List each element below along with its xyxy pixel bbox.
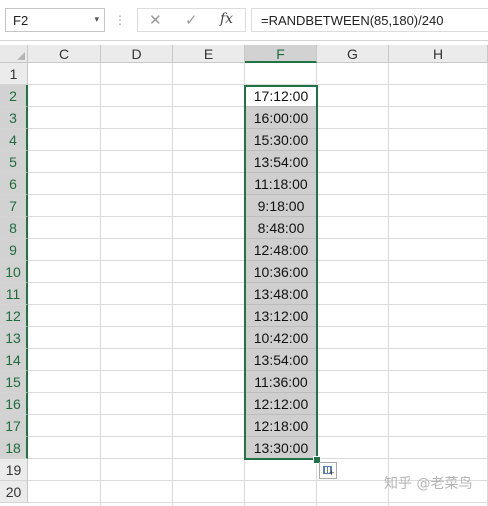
row-header-4[interactable]: 4 <box>0 129 28 151</box>
row-header-16[interactable]: 16 <box>0 393 28 415</box>
name-box-value: F2 <box>13 13 29 28</box>
gridline-vertical <box>172 63 173 506</box>
row-header-17[interactable]: 17 <box>0 415 28 437</box>
column-header-h[interactable]: H <box>389 45 488 63</box>
row-header-5[interactable]: 5 <box>0 151 28 173</box>
cell-f18[interactable]: 13:30:00 <box>245 437 317 459</box>
cell-f16[interactable]: 12:12:00 <box>245 393 317 415</box>
chevron-down-icon[interactable]: ▾ <box>94 14 99 25</box>
enter-icon[interactable]: ✓ <box>185 11 198 29</box>
row-header-3[interactable]: 3 <box>0 107 28 129</box>
cell-f4[interactable]: 15:30:00 <box>245 129 317 151</box>
column-header-f[interactable]: F <box>245 45 317 63</box>
select-all-corner[interactable] <box>0 45 28 63</box>
insert-function-icon[interactable]: fx <box>220 11 233 27</box>
cancel-icon[interactable]: ✕ <box>149 11 162 29</box>
row-header-9[interactable]: 9 <box>0 239 28 261</box>
row-header-11[interactable]: 11 <box>0 283 28 305</box>
gridline-horizontal <box>28 502 488 503</box>
row-header-6[interactable]: 6 <box>0 173 28 195</box>
column-header-e[interactable]: E <box>173 45 245 63</box>
row-header-13[interactable]: 13 <box>0 327 28 349</box>
row-header-19[interactable]: 19 <box>0 459 28 481</box>
auto-fill-plus-glyph: + <box>329 468 335 478</box>
formula-buttons: ✕ ✓ fx <box>137 8 246 32</box>
gridline-vertical <box>100 63 101 506</box>
row-header-18[interactable]: 18 <box>0 437 28 459</box>
cell-f14[interactable]: 13:54:00 <box>245 349 317 371</box>
row-header-8[interactable]: 8 <box>0 217 28 239</box>
cell-f2[interactable]: 17:12:00 <box>245 85 317 107</box>
formula-text: =RANDBETWEEN(85,180)/240 <box>261 13 444 28</box>
row-header-1[interactable]: 1 <box>0 63 28 85</box>
row-header-12[interactable]: 12 <box>0 305 28 327</box>
row-header-7[interactable]: 7 <box>0 195 28 217</box>
formula-bar: F2 ▾ ⋮ ✕ ✓ fx =RANDBETWEEN(85,180)/240 <box>0 0 488 41</box>
cell-f10[interactable]: 10:36:00 <box>245 261 317 283</box>
formula-input[interactable]: =RANDBETWEEN(85,180)/240 <box>251 8 488 32</box>
watermark: 知乎 @老菜鸟 <box>384 476 473 492</box>
row-header-14[interactable]: 14 <box>0 349 28 371</box>
cell-f11[interactable]: 13:48:00 <box>245 283 317 305</box>
row-header-2[interactable]: 2 <box>0 85 28 107</box>
column-header-g[interactable]: G <box>317 45 389 63</box>
cell-f13[interactable]: 10:42:00 <box>245 327 317 349</box>
cell-f8[interactable]: 8:48:00 <box>245 217 317 239</box>
name-box[interactable]: F2 ▾ <box>5 8 105 32</box>
column-header-d[interactable]: D <box>101 45 173 63</box>
row-header-10[interactable]: 10 <box>0 261 28 283</box>
auto-fill-options-icon[interactable]: + <box>319 462 337 479</box>
cell-f17[interactable]: 12:18:00 <box>245 415 317 437</box>
vertical-dots-icon[interactable]: ⋮ <box>114 12 126 28</box>
cell-f15[interactable]: 11:36:00 <box>245 371 317 393</box>
row-header-20[interactable]: 20 <box>0 481 28 503</box>
cell-f3[interactable]: 16:00:00 <box>245 107 317 129</box>
gridline-vertical <box>388 63 389 506</box>
column-header-c[interactable]: C <box>28 45 101 63</box>
row-header-15[interactable]: 15 <box>0 371 28 393</box>
cell-f9[interactable]: 12:48:00 <box>245 239 317 261</box>
cell-f6[interactable]: 11:18:00 <box>245 173 317 195</box>
cell-f7[interactable]: 9:18:00 <box>245 195 317 217</box>
cell-f5[interactable]: 13:54:00 <box>245 151 317 173</box>
cell-f12[interactable]: 13:12:00 <box>245 305 317 327</box>
